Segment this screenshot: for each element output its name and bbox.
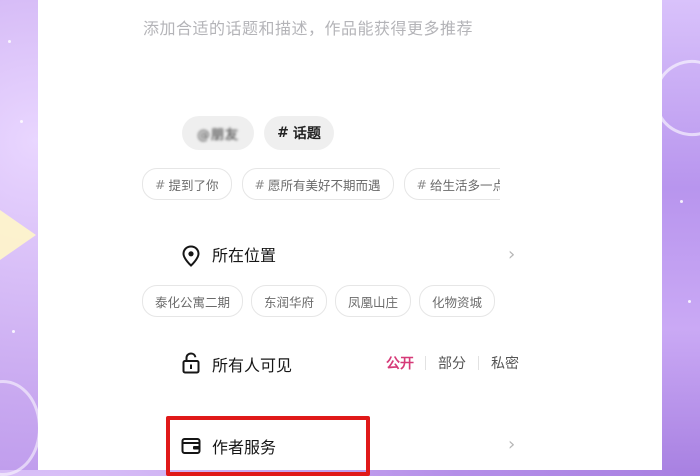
visibility-option-partial[interactable]: 部分 [438, 353, 466, 373]
sparkle-decoration [20, 120, 23, 123]
topic-button[interactable]: # 话题 [264, 116, 334, 150]
description-input[interactable]: 添加合适的话题和描述，作品能获得更多推荐 [143, 15, 473, 39]
hash-icon: # [416, 176, 427, 192]
sparkle-decoration [8, 40, 11, 43]
topic-suggestion-chip[interactable]: # 愿所有美好不期而遇 [241, 168, 394, 200]
topic-suggestion-label: 给生活多一点 [429, 177, 500, 193]
divider [478, 356, 479, 370]
sparkle-decoration [12, 330, 15, 333]
sparkle-decoration [680, 200, 683, 203]
topic-suggestion-list: # 提到了你 # 愿所有美好不期而遇 # 给生活多一点 [142, 168, 500, 200]
unlock-icon [182, 352, 200, 378]
mention-friend-label: @朋友 [196, 127, 239, 143]
hash-icon: # [155, 176, 166, 192]
sparkle-decoration [688, 300, 691, 303]
mention-friend-button[interactable]: @朋友 [182, 116, 254, 150]
author-service-chevron-icon[interactable]: › [508, 434, 515, 455]
visibility-label: 所有人可见 [212, 356, 293, 375]
topic-suggestion-label: 愿所有美好不期而遇 [267, 177, 381, 193]
publish-settings-panel [38, 0, 662, 470]
visibility-option-public[interactable]: 公开 [386, 353, 414, 373]
location-suggestion-chip[interactable]: 东润华府 [251, 285, 328, 317]
location-chevron-icon[interactable]: › [508, 244, 515, 265]
location-suggestion-list: 泰化公寓二期 东润华府 凤凰山庄 化物资城 [142, 285, 500, 317]
visibility-option-private[interactable]: 私密 [491, 353, 519, 373]
divider [425, 356, 426, 370]
topic-button-label: 话题 [292, 126, 321, 142]
location-label[interactable]: 所在位置 [212, 242, 276, 266]
location-suggestion-chip[interactable]: 凤凰山庄 [335, 285, 412, 317]
hash-icon: # [254, 176, 265, 192]
topic-suggestion-label: 提到了你 [168, 177, 219, 193]
highlight-box [166, 416, 370, 476]
hash-icon: # [277, 125, 289, 141]
star-decoration [0, 210, 36, 260]
location-suggestion-chip[interactable]: 化物资城 [419, 285, 496, 317]
location-pin-icon [181, 245, 201, 271]
location-suggestion-chip[interactable]: 泰化公寓二期 [142, 285, 244, 317]
topic-suggestion-chip[interactable]: # 给生活多一点 [403, 168, 500, 200]
topic-suggestion-chip[interactable]: # 提到了你 [142, 168, 232, 200]
heart-decoration-left [0, 380, 41, 476]
